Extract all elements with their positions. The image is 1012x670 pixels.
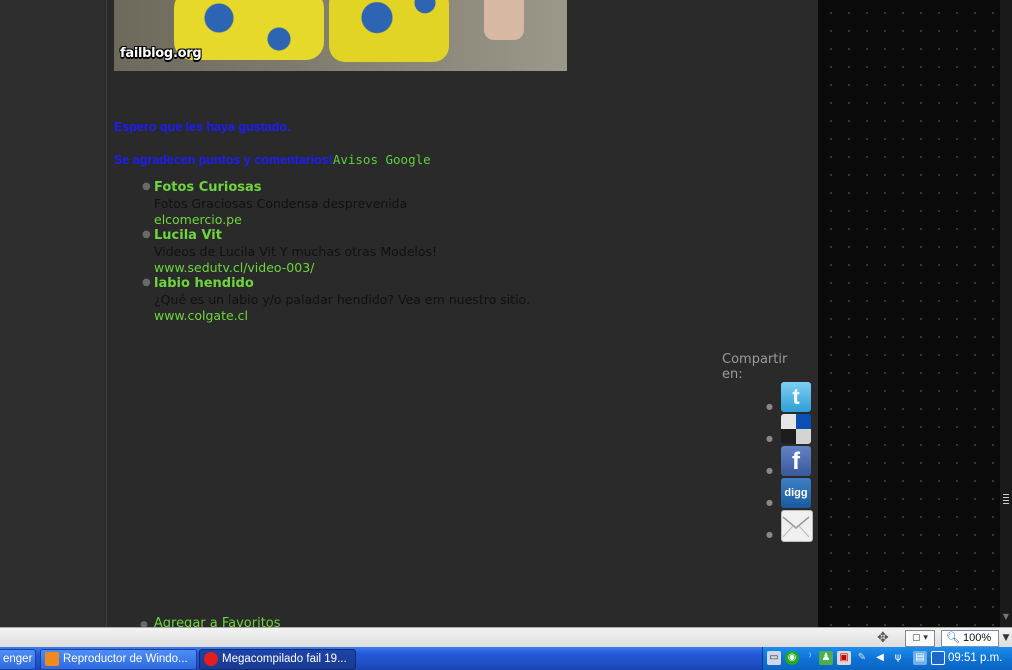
opera-icon <box>204 652 218 666</box>
taskbar-clock[interactable]: 09:51 p.m. <box>948 647 1002 670</box>
bullet-icon: ● <box>766 402 773 411</box>
browser-page: ▼ failblog.org Espero que les haya gusta… <box>0 0 1012 627</box>
share-delicious[interactable]: ● <box>766 414 812 445</box>
request-text: Se agradecen puntos y comentarios!Avisos… <box>114 152 431 167</box>
bullet-icon: ● <box>142 181 151 192</box>
dotted-background <box>818 0 1000 627</box>
media-player-icon <box>45 652 59 666</box>
taskbar-button-opera[interactable]: Megacompilado fail 19... <box>199 649 356 670</box>
share-label: Compartir en: <box>722 352 788 382</box>
taskbar-button-label: Reproductor de Windo... <box>63 653 188 665</box>
taskbar-button-media-player[interactable]: Reproductor de Windo... <box>40 649 197 670</box>
ad-url-link[interactable]: www.colgate.cl <box>154 308 530 324</box>
taskbar-button-label: Megacompilado fail 19... <box>222 653 347 665</box>
taskbar-button-label: enger <box>3 653 33 665</box>
share-facebook[interactable]: ● f <box>766 446 812 477</box>
tools-icon[interactable]: ✎ <box>855 651 869 665</box>
delicious-icon[interactable] <box>781 414 811 444</box>
facebook-icon[interactable]: f <box>781 446 811 476</box>
zoom-control[interactable]: 🔍︎ 100% <box>941 630 999 647</box>
bullet-icon: ● <box>142 229 151 240</box>
wireless-icon[interactable]: ⁾ <box>803 651 817 665</box>
bullet-icon: ● <box>140 620 148 627</box>
network-icon[interactable]: ▭ <box>767 651 781 665</box>
ad-url-link[interactable]: elcomercio.pe <box>154 212 530 228</box>
ad-description: Videos de Lucila Vit Y muchas otras Mode… <box>154 244 438 259</box>
bullet-icon: ● <box>142 277 151 288</box>
zoom-level: 100% <box>962 632 992 644</box>
google-ads-label[interactable]: Avisos Google <box>333 152 431 167</box>
twitter-icon[interactable]: t <box>781 382 811 412</box>
mail-icon[interactable] <box>781 510 813 542</box>
bullet-icon: ● <box>766 530 773 539</box>
usb-icon[interactable]: ψ <box>891 651 905 665</box>
ad-description: Fotos Graciosas Condensa desprevenida <box>154 196 408 211</box>
safely-remove-icon[interactable]: ▣ <box>837 651 851 665</box>
magnifier-icon: 🔍︎ <box>946 632 960 644</box>
add-favorites-link[interactable]: ● Agregar a Favoritos <box>140 616 281 627</box>
display-icon[interactable]: ▤ <box>913 651 927 665</box>
windows-taskbar: enger Reproductor de Windo... Megacompil… <box>0 647 1012 670</box>
ad-title-link[interactable]: Lucila Vit <box>154 228 530 244</box>
update-icon[interactable] <box>931 651 945 665</box>
scroll-down-arrow-icon[interactable]: ▼ <box>1001 612 1011 624</box>
share-twitter[interactable]: ● t <box>766 382 812 413</box>
view-mode-button[interactable]: ▢ ▾ <box>905 630 935 647</box>
digg-icon[interactable]: digg <box>781 478 811 508</box>
ad-title-link[interactable]: labio hendido <box>154 276 530 292</box>
google-ads-list: ● Fotos Curiosas Fotos Graciosas Condens… <box>140 180 530 324</box>
bullet-icon: ● <box>766 434 773 443</box>
share-digg[interactable]: ● digg <box>766 478 812 509</box>
list-item: ● labio hendido ¿Qué es un labio y/o pal… <box>140 276 530 324</box>
scrollbar-grip[interactable] <box>1003 494 1009 506</box>
photo-leg <box>484 0 524 40</box>
move-icon[interactable]: ✥ <box>877 630 895 646</box>
vertical-scrollbar[interactable] <box>1000 0 1012 627</box>
ad-title-link[interactable]: Fotos Curiosas <box>154 180 530 196</box>
ad-url-link[interactable]: www.sedutv.cl/video-003/ <box>154 260 530 276</box>
bullet-icon: ● <box>766 466 773 475</box>
messenger-icon[interactable]: ♟ <box>819 651 833 665</box>
request-text-label: Se agradecen puntos y comentarios! <box>114 153 333 167</box>
post-image: failblog.org <box>114 0 567 71</box>
add-favorites-label[interactable]: Agregar a Favoritos <box>154 616 281 627</box>
list-item: ● Fotos Curiosas Fotos Graciosas Condens… <box>140 180 530 228</box>
photo-shorts-right <box>329 0 449 62</box>
list-item: ● Lucila Vit Videos de Lucila Vit Y much… <box>140 228 530 276</box>
taskbar-button-messenger[interactable]: enger <box>0 649 36 670</box>
left-gutter <box>0 0 107 627</box>
share-email[interactable]: ● <box>766 510 813 542</box>
antivirus-icon[interactable]: ◉ <box>785 651 799 665</box>
zoom-dropdown-arrow-icon[interactable]: ▼ <box>1000 630 1012 646</box>
bullet-icon: ● <box>766 498 773 507</box>
volume-muted-icon[interactable]: ◀ <box>873 651 887 665</box>
browser-status-bar: ✥ ▢ ▾ 🔍︎ 100% ▼ <box>0 627 1012 648</box>
thanks-text: Espero que les haya gustado. <box>114 120 291 134</box>
ad-description: ¿Qué es un labio y/o paladar hendido? Ve… <box>154 292 530 307</box>
failblog-watermark: failblog.org <box>120 46 202 61</box>
